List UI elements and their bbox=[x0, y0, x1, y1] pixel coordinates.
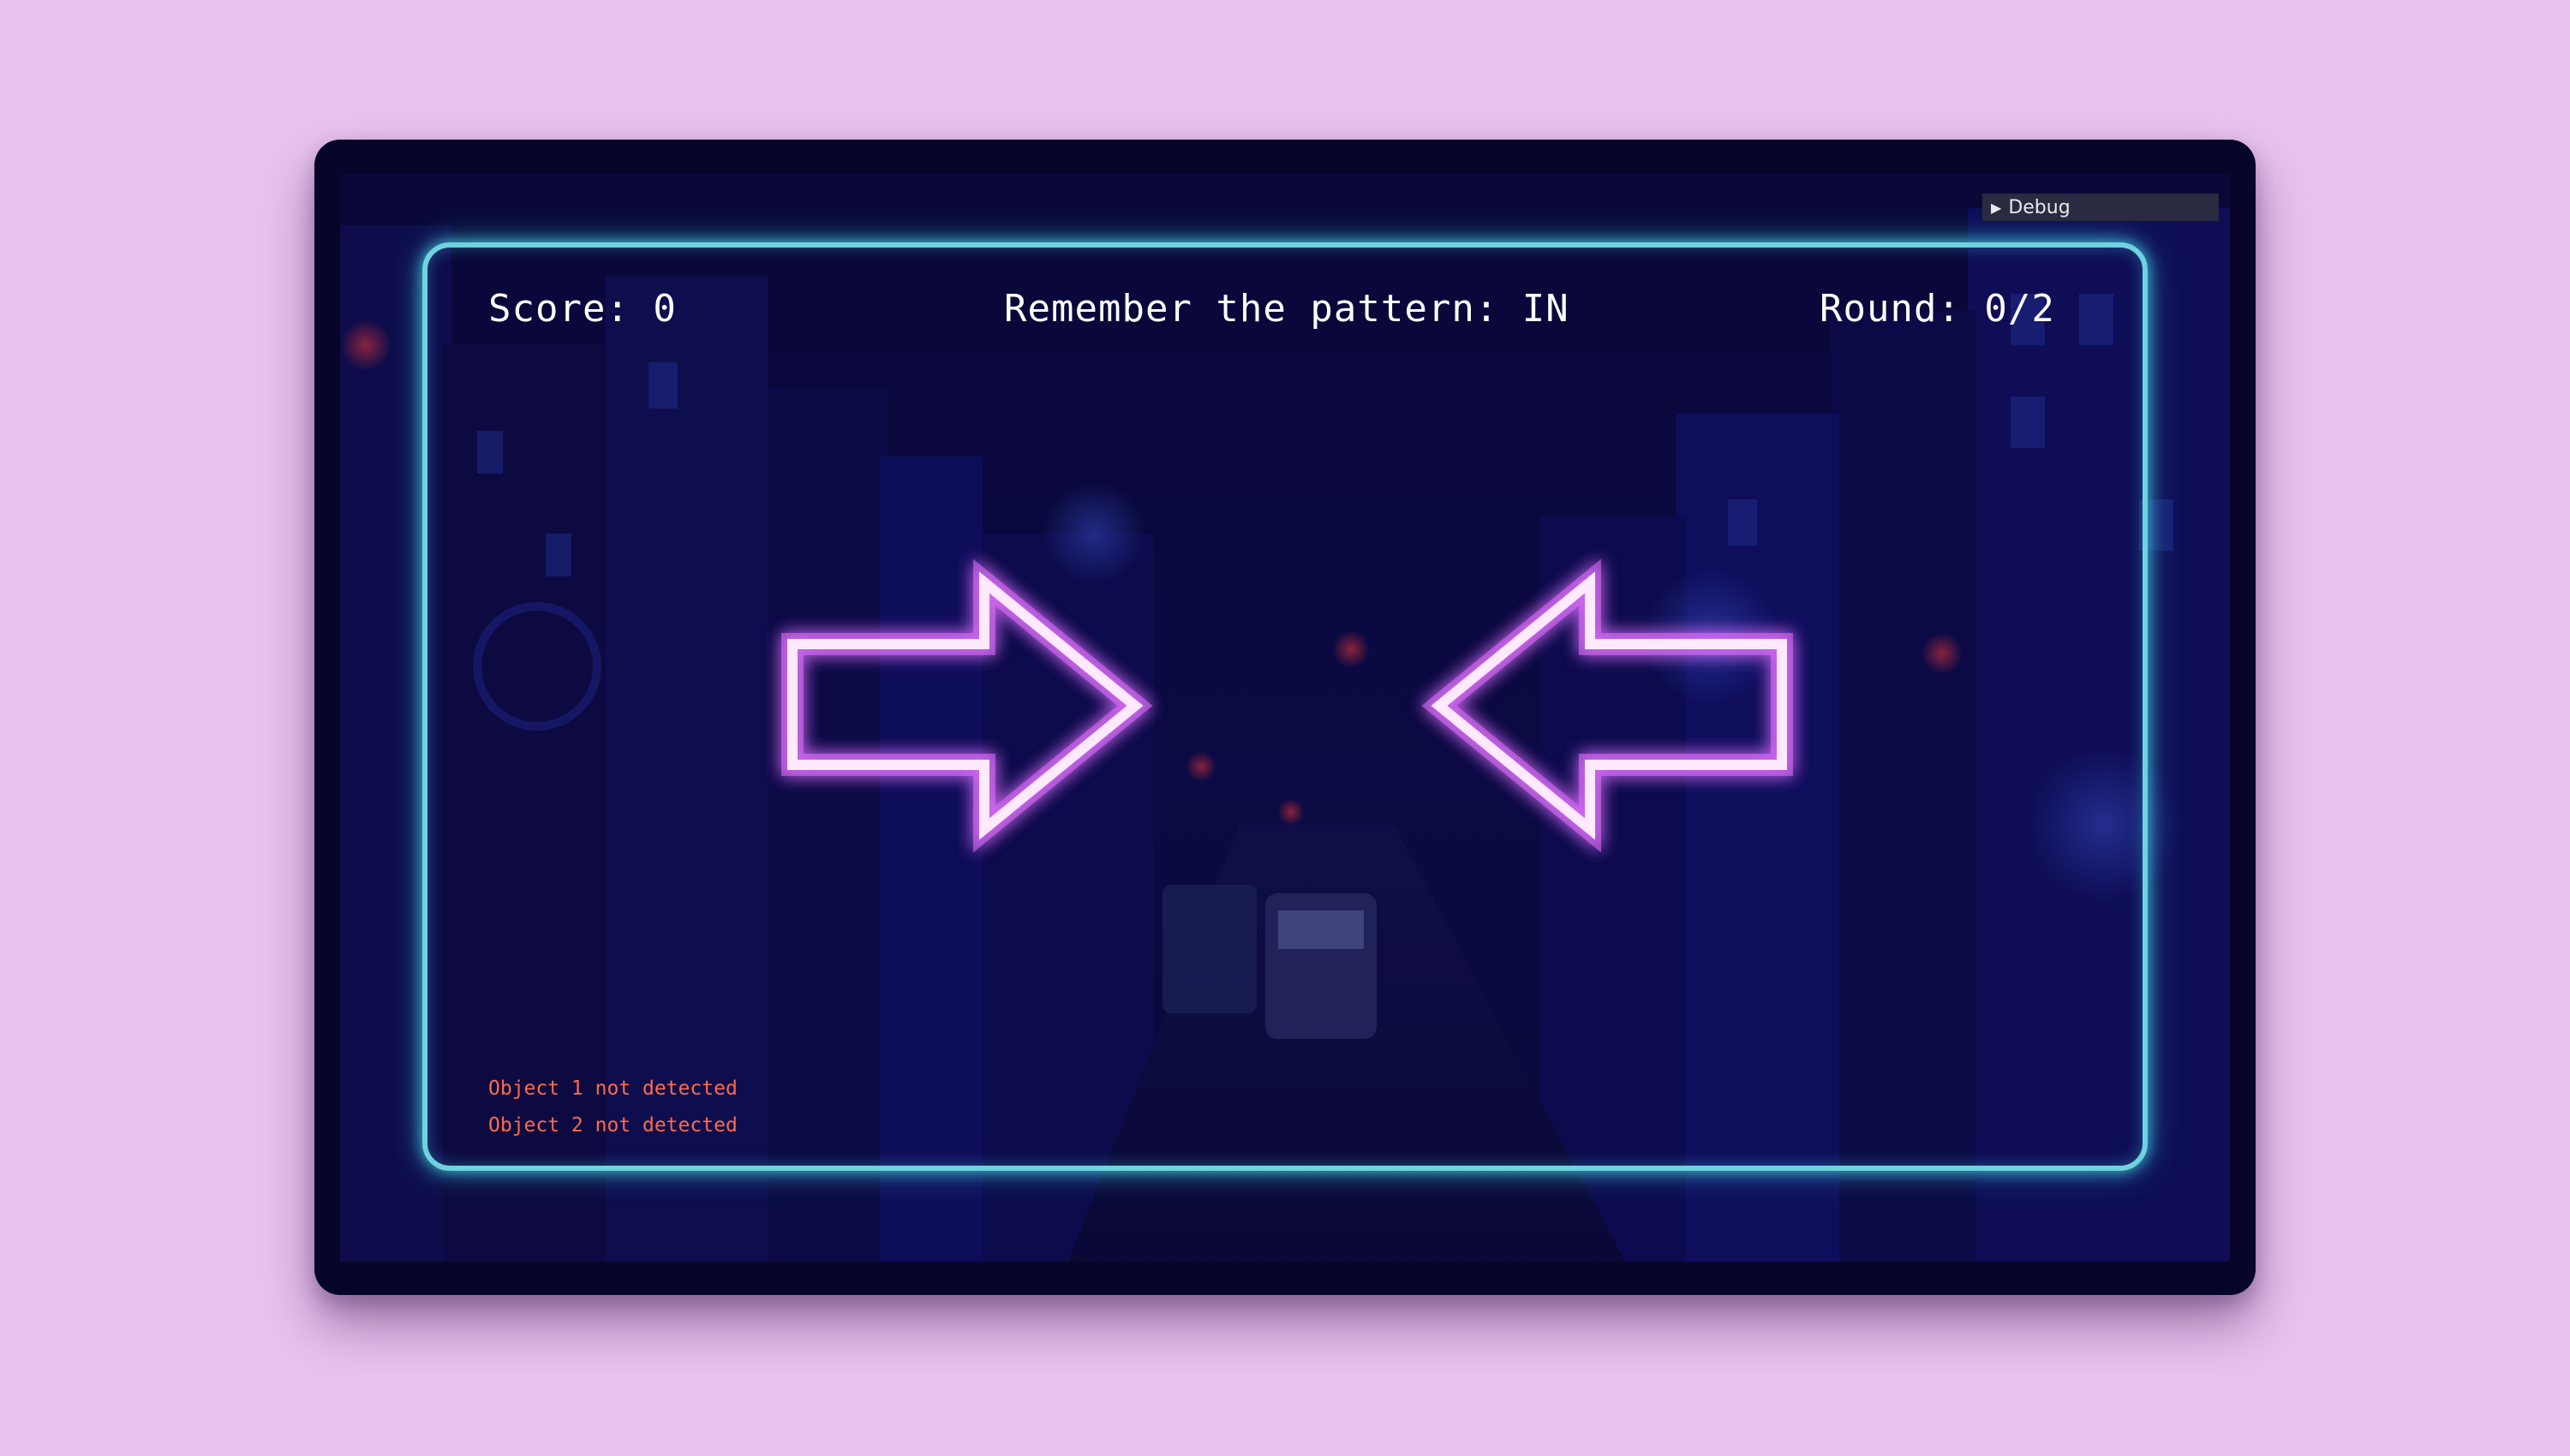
right-pointing-arrow-icon bbox=[781, 558, 1153, 853]
expand-triangle-icon: ▶ bbox=[1991, 199, 2002, 216]
object-2-status: Object 2 not detected bbox=[488, 1114, 738, 1137]
debug-toggle[interactable]: ▶ Debug bbox=[1982, 194, 2219, 221]
left-pointing-arrow-icon bbox=[1421, 558, 1793, 853]
debug-label: Debug bbox=[2008, 196, 2071, 218]
object-1-status: Object 1 not detected bbox=[488, 1077, 738, 1100]
